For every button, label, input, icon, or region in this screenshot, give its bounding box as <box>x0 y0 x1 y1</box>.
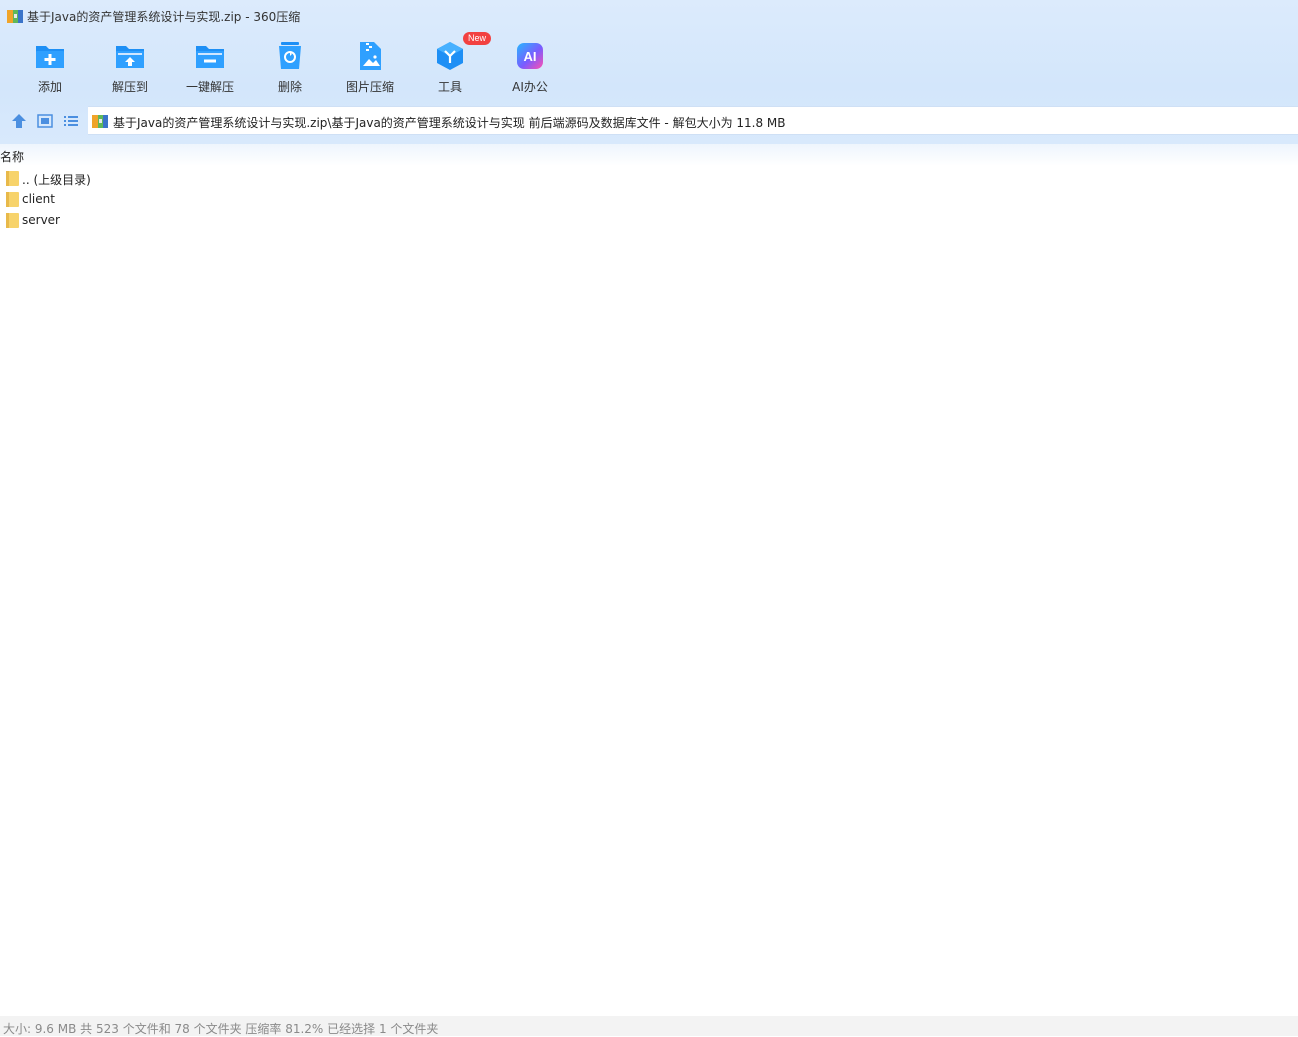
delete-icon <box>279 42 301 69</box>
tools-icon <box>437 42 463 70</box>
file-name: client <box>22 192 55 206</box>
window-title: 基于Java的资产管理系统设计与实现.zip - 360压缩 <box>27 10 301 24</box>
extract-to-label: 解压到 <box>111 80 148 94</box>
image-compress-icon <box>360 42 381 70</box>
status-bar: 大小: 9.6 MB 共 523 个文件和 78 个文件夹 压缩率 81.2% … <box>0 1016 1298 1036</box>
file-name: .. (上级目录) <box>22 173 91 187</box>
tools-label: 工具 <box>437 80 462 94</box>
address-path: 基于Java的资产管理系统设计与实现.zip\基于Java的资产管理系统设计与实… <box>113 116 786 130</box>
one-click-extract-button[interactable]: 一键解压 <box>170 38 250 98</box>
zip-app-icon <box>7 10 23 23</box>
list-item-server[interactable]: server <box>0 210 400 231</box>
list-item-client[interactable]: client <box>0 189 400 210</box>
image-compress-label: 图片压缩 <box>345 80 394 94</box>
up-arrow-icon[interactable] <box>10 112 28 130</box>
ai-office-button[interactable]: AI AI办公 <box>490 38 570 98</box>
folder-icon <box>6 171 19 186</box>
extract-to-icon <box>116 46 144 68</box>
address-row: 基于Java的资产管理系统设计与实现.zip\基于Java的资产管理系统设计与实… <box>0 106 1298 136</box>
tools-button[interactable]: New 工具 <box>410 32 492 98</box>
file-name: server <box>22 213 60 227</box>
add-folder-icon <box>36 46 64 68</box>
ai-office-icon: AI <box>517 43 543 69</box>
ai-icon-text: AI <box>524 49 537 64</box>
extract-to-button[interactable]: 解压到 <box>90 38 170 98</box>
list-item-parent[interactable]: .. (上级目录) <box>0 168 400 189</box>
one-click-extract-icon <box>196 46 224 68</box>
top-area: 基于Java的资产管理系统设计与实现.zip - 360压缩 添加 解压到 一键… <box>0 0 1298 144</box>
address-bar[interactable]: 基于Java的资产管理系统设计与实现.zip\基于Java的资产管理系统设计与实… <box>88 106 1298 135</box>
thumbnail-view-icon[interactable] <box>36 112 54 130</box>
list-view-icon[interactable] <box>62 112 80 130</box>
status-text: 大小: 9.6 MB 共 523 个文件和 78 个文件夹 压缩率 81.2% … <box>3 1022 439 1036</box>
zip-file-icon <box>92 115 108 128</box>
column-header-bar <box>0 144 1298 166</box>
delete-button[interactable]: 删除 <box>250 38 330 98</box>
image-compress-button[interactable]: 图片压缩 <box>330 38 410 98</box>
one-click-extract-label: 一键解压 <box>185 80 234 94</box>
folder-icon <box>6 192 19 207</box>
add-label: 添加 <box>37 80 62 94</box>
title-bar: 基于Java的资产管理系统设计与实现.zip - 360压缩 <box>0 0 1298 32</box>
folder-icon <box>6 213 19 228</box>
add-button[interactable]: 添加 <box>10 38 90 98</box>
ai-office-label: AI办公 <box>512 80 548 94</box>
new-badge: New <box>463 32 492 45</box>
file-list: 名称 .. (上级目录) client server <box>0 144 1298 1016</box>
column-header-name[interactable]: 名称 <box>0 148 24 166</box>
delete-label: 删除 <box>277 80 302 94</box>
